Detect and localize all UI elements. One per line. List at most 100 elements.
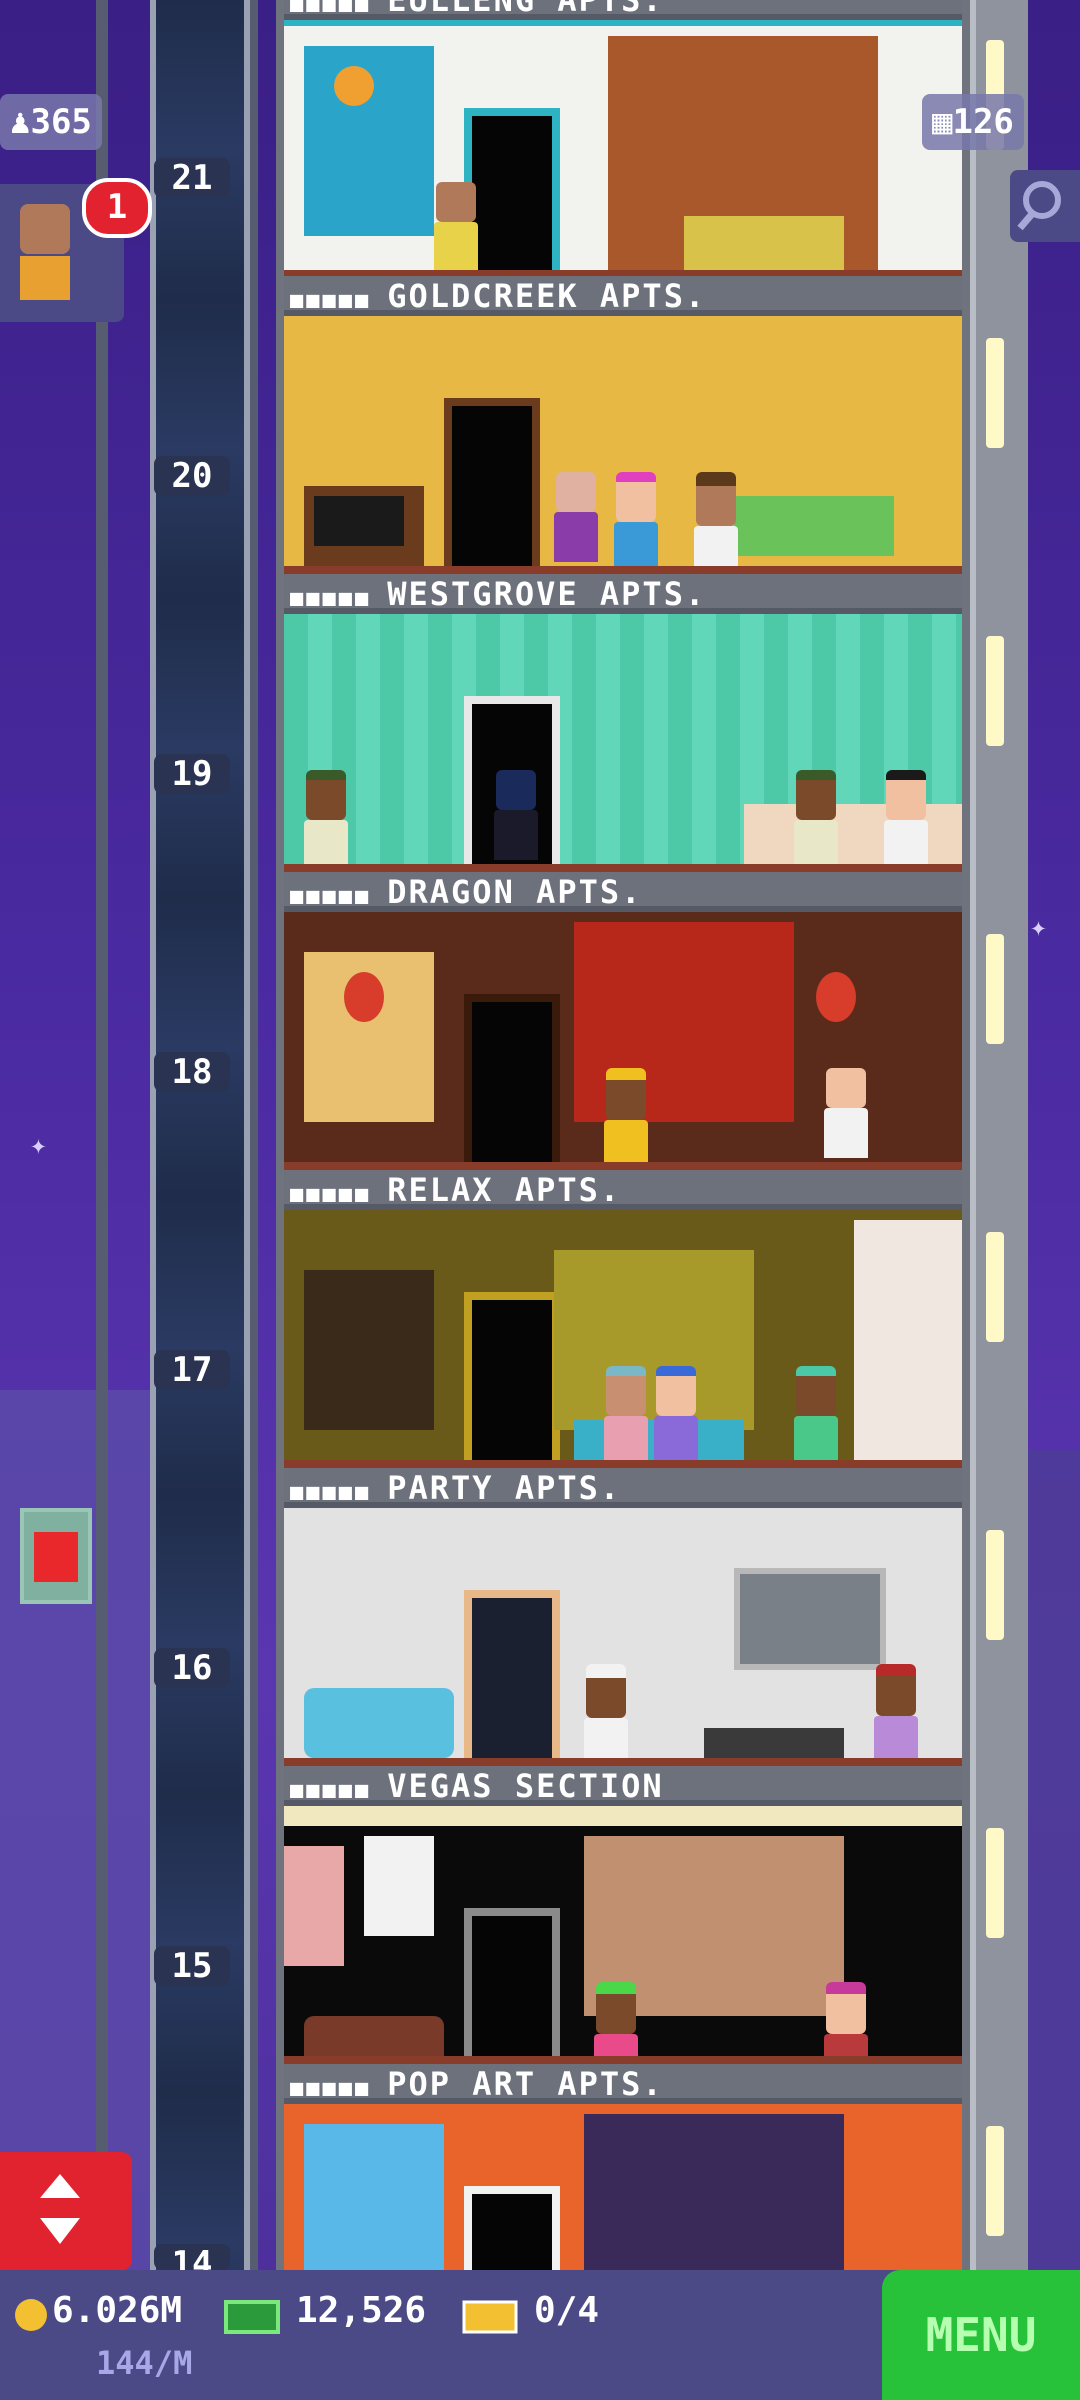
floor-name: PARTY APTS. (387, 1469, 622, 1507)
floors-value: 126 (952, 102, 1014, 142)
green-sofa (734, 496, 894, 556)
floor-17[interactable]: ■■■■■ RELAX APTS. (276, 1170, 970, 1468)
floor-19[interactable]: ■■■■■ WESTGROVE APTS. (276, 574, 970, 872)
floor-stars: ■■■■■ (290, 1778, 372, 1803)
room-interior (284, 614, 962, 864)
lantern-icon (816, 972, 856, 1022)
poster (284, 1846, 344, 1966)
floor-18[interactable]: ■■■■■ DRAGON APTS. (276, 872, 970, 1170)
floor-15[interactable]: ■■■■■ VEGAS SECTION (276, 1766, 970, 2076)
floor-stars: ■■■■■ (290, 288, 372, 313)
door (464, 1292, 560, 1460)
floor-number-17: 17 (154, 1350, 230, 1390)
wall-light (986, 1232, 1004, 1342)
fries-box (34, 1532, 78, 1582)
tower: ■■■■■ EULLENG APTS. ■■■■■ GOLDCREEK APTS. … (276, 0, 970, 2354)
elevator-shaft[interactable] (150, 0, 250, 2270)
wall-light (986, 338, 1004, 448)
floor-base (284, 1758, 962, 1766)
pop-art-print (304, 2124, 444, 2274)
bux-value: 12,526 (296, 2290, 427, 2331)
background-building (1022, 1450, 1080, 2270)
visitor-body (20, 256, 70, 300)
floor-base (284, 1162, 962, 1170)
resident[interactable] (654, 1366, 698, 1460)
blue-sofa (304, 1688, 454, 1758)
room-interior (284, 1508, 962, 1758)
population-value: 365 (30, 102, 92, 142)
floor-name-bar: ■■■■■ GOLDCREEK APTS. (284, 276, 962, 316)
fries-icon[interactable] (20, 1508, 92, 1604)
floor-stars: ■■■■■ (290, 2076, 372, 2101)
table (704, 1728, 844, 1758)
floor-base (284, 864, 962, 872)
floor-name: RELAX APTS. (387, 1171, 622, 1209)
coins-value: 6.026M (52, 2290, 183, 2331)
floor-number-14: 14 (154, 2244, 230, 2270)
resident[interactable] (614, 472, 658, 566)
floor-name: GOLDCREEK APTS. (387, 277, 707, 315)
door (464, 1590, 560, 1758)
floor-name: DRAGON APTS. (387, 873, 643, 911)
art-circle (334, 66, 374, 106)
resident[interactable] (604, 1068, 648, 1162)
floor-number-21: 21 (154, 158, 230, 198)
room-interior (284, 912, 962, 1162)
floor-stars: ■■■■■ (290, 0, 372, 17)
resident[interactable] (494, 770, 538, 860)
resident[interactable] (884, 770, 928, 864)
wall-light (986, 1828, 1004, 1938)
resident[interactable] (434, 182, 478, 272)
floor-20[interactable]: ■■■■■ GOLDCREEK APTS. (276, 276, 970, 574)
resident[interactable] (694, 472, 738, 566)
resident[interactable] (554, 472, 598, 562)
screen-panel (304, 1270, 434, 1430)
floor-number-19: 19 (154, 754, 230, 794)
resident[interactable] (794, 770, 838, 864)
elevator-rail (96, 0, 108, 2270)
elevator-button[interactable] (0, 2152, 132, 2270)
counter (744, 804, 962, 864)
floor-base (284, 1460, 962, 1468)
floors-counter[interactable]: ▦126 (922, 94, 1024, 150)
floor-base (284, 2056, 962, 2064)
floor-name-bar: ■■■■■ VEGAS SECTION (284, 1766, 962, 1806)
door (464, 1908, 560, 2076)
resident[interactable] (794, 1366, 838, 1460)
resident[interactable] (874, 1664, 918, 1758)
floor-stars: ■■■■■ (290, 884, 372, 909)
wall-light (986, 2126, 1004, 2236)
coin-icon (15, 2299, 47, 2331)
floor-stars: ■■■■■ (290, 586, 372, 611)
sofa (684, 216, 844, 276)
room-interior (284, 1806, 962, 2076)
wall-light (986, 1530, 1004, 1640)
wall-light (986, 636, 1004, 746)
coins-rate: 144/M (96, 2344, 193, 2382)
sparkle-icon: ✦ (1030, 910, 1047, 943)
floor-16[interactable]: ■■■■■ PARTY APTS. (276, 1468, 970, 1766)
floor-stars: ■■■■■ (290, 1480, 372, 1505)
floor-number-16: 16 (154, 1648, 230, 1688)
menu-button[interactable]: MENU (882, 2270, 1080, 2400)
elevator-arrows-icon (40, 2174, 80, 2244)
bux-icon (224, 2300, 280, 2334)
resident[interactable] (304, 770, 348, 864)
population-counter[interactable]: ♟365 (0, 94, 102, 150)
floor-name-bar: ■■■■■ EULLENG APTS. (284, 0, 962, 20)
room-interior (284, 20, 962, 276)
floor-number-15: 15 (154, 1946, 230, 1986)
floor-21[interactable]: ■■■■■ EULLENG APTS. (276, 0, 970, 278)
resident[interactable] (584, 1664, 628, 1758)
lantern-icon (344, 972, 384, 1022)
sparkle-icon: ✦ (30, 1128, 47, 1161)
door (464, 994, 560, 1162)
door (464, 108, 560, 276)
floor-number-18: 18 (154, 1052, 230, 1092)
search-button[interactable] (1010, 170, 1080, 242)
resident[interactable] (604, 1366, 648, 1460)
floor-name: POP ART APTS. (387, 2065, 664, 2103)
notification-badge: 1 (82, 178, 152, 238)
resident[interactable] (824, 1068, 868, 1158)
wall-light (986, 934, 1004, 1044)
